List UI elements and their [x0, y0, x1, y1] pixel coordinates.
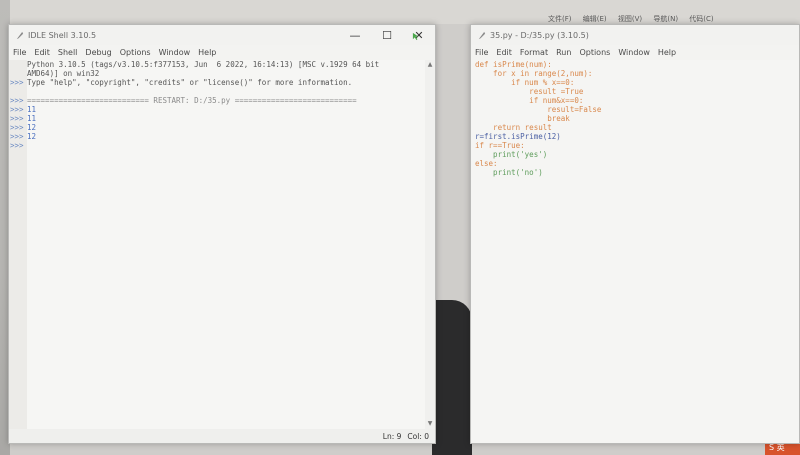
banner-line: Python 3.10.5 (tags/v3.10.5:f377153, Jun…: [27, 60, 380, 69]
restart-line: =========================== RESTART: D:/…: [27, 96, 357, 105]
prompt: [9, 69, 27, 78]
bg-menu-file: 文件(F): [548, 15, 572, 23]
menu-file[interactable]: File: [13, 48, 26, 57]
menu-options[interactable]: Options: [120, 48, 151, 57]
menu-edit[interactable]: Edit: [34, 48, 50, 57]
banner-line: Type "help", "copyright", "credits" or "…: [27, 78, 353, 87]
code-line: result=False: [475, 105, 602, 114]
prompt: >>>: [10, 96, 24, 105]
mouse-cursor-icon: [412, 32, 419, 41]
desktop-dark-object: [432, 300, 472, 455]
menu-edit[interactable]: Edit: [496, 48, 512, 57]
code-line: result =True: [475, 87, 584, 96]
shell-output-area[interactable]: >>> >>> >>> >>> >>> >>> >>> Python 3.10.…: [9, 60, 425, 429]
code-line: print('yes'): [475, 150, 548, 159]
prompt: >>>: [10, 123, 24, 132]
minimize-button[interactable]: —: [339, 25, 371, 45]
code-line: else:: [475, 159, 498, 168]
prompt: >>>: [10, 105, 24, 114]
prompt: >>>: [10, 132, 24, 141]
prompt: >>>: [10, 141, 24, 150]
banner-line: AMD64)] on win32: [27, 69, 100, 78]
output-line: 12: [27, 132, 37, 141]
scroll-down-icon[interactable]: ▼: [426, 420, 434, 428]
editor-title: 35.py - D:/35.py (3.10.5): [490, 30, 589, 40]
code-line: if num % x==0:: [475, 78, 575, 87]
line-number: Ln: 9: [382, 431, 402, 441]
menu-window[interactable]: Window: [159, 48, 191, 57]
code-line: break: [475, 114, 570, 123]
menu-file[interactable]: File: [475, 48, 488, 57]
bg-menu-edit: 编辑(E): [582, 15, 607, 23]
menu-help[interactable]: Help: [198, 48, 216, 57]
maximize-button[interactable]: ☐: [371, 25, 403, 45]
prompt: [9, 60, 27, 69]
code-line: if r==True:: [475, 141, 525, 150]
prompt: >>>: [10, 114, 24, 123]
code-line: print('no'): [475, 168, 543, 177]
code-line: r=first.isPrime(12): [475, 132, 561, 141]
shell-text[interactable]: Python 3.10.5 (tags/v3.10.5:f377153, Jun…: [27, 60, 425, 150]
idle-shell-window: IDLE Shell 3.10.5 — ☐ ✕ File Edit Shell …: [8, 24, 436, 444]
shell-vertical-scrollbar[interactable]: ▲ ▼: [425, 60, 435, 429]
shell-titlebar[interactable]: IDLE Shell 3.10.5 — ☐ ✕: [9, 25, 435, 45]
output-line: 11: [27, 114, 37, 123]
bg-menu-code: 代码(C): [689, 15, 714, 23]
code-line: if num&x==0:: [475, 96, 584, 105]
python-feather-icon: [478, 31, 486, 39]
shell-title: IDLE Shell 3.10.5: [28, 30, 97, 40]
menu-debug[interactable]: Debug: [85, 48, 111, 57]
idle-editor-window: 35.py - D:/35.py (3.10.5) File Edit Form…: [470, 24, 800, 444]
menu-shell[interactable]: Shell: [58, 48, 78, 57]
code-line: for x in range(2,num):: [475, 69, 593, 78]
output-line: 11: [27, 105, 37, 114]
menu-run[interactable]: Run: [556, 48, 571, 57]
shell-menubar: File Edit Shell Debug Options Window Hel…: [9, 45, 435, 60]
code-line: return result: [475, 123, 552, 132]
python-feather-icon: [16, 31, 24, 39]
column-number: Col: 0: [407, 431, 429, 441]
menu-window[interactable]: Window: [618, 48, 650, 57]
input-line[interactable]: [27, 141, 425, 150]
prompt: [9, 87, 27, 96]
bg-menu-navigate: 导航(N): [653, 15, 679, 23]
prompt-gutter: >>> >>> >>> >>> >>> >>> >>>: [9, 60, 27, 429]
editor-titlebar[interactable]: 35.py - D:/35.py (3.10.5): [471, 25, 799, 45]
bg-menu-view: 视图(V): [617, 15, 643, 23]
shell-statusbar: Ln: 9 Col: 0: [9, 429, 435, 443]
menu-help[interactable]: Help: [658, 48, 676, 57]
scroll-up-icon[interactable]: ▲: [426, 61, 434, 69]
editor-menubar: File Edit Format Run Options Window Help: [471, 45, 799, 60]
menu-format[interactable]: Format: [520, 48, 548, 57]
output-line: 12: [27, 123, 37, 132]
prompt: >>>: [10, 78, 24, 87]
code-editor-area[interactable]: def isPrime(num): for x in range(2,num):…: [471, 60, 799, 443]
menu-options[interactable]: Options: [579, 48, 610, 57]
code-line: def isPrime(num):: [475, 60, 552, 69]
